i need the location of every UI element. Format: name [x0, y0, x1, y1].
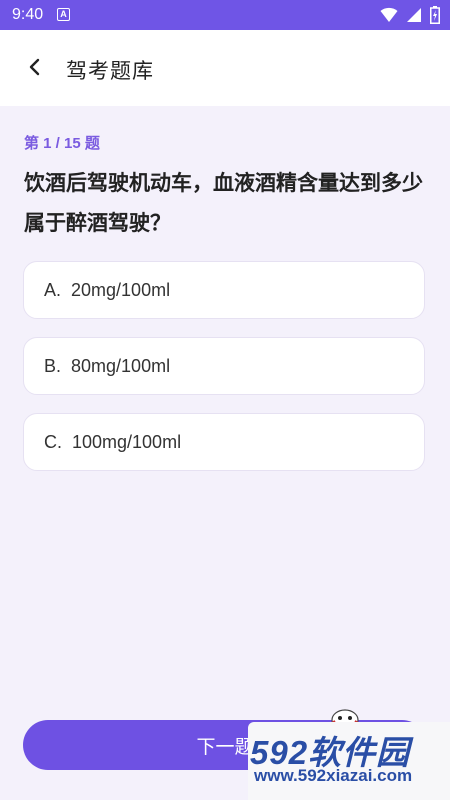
answer-option-b[interactable]: B. 80mg/100ml: [23, 337, 425, 395]
question-progress: 第 1 / 15 题: [24, 135, 100, 152]
status-icons: [380, 6, 440, 24]
status-time: 9:40: [12, 6, 44, 23]
option-text: 20mg/100ml: [71, 279, 171, 300]
question-text: 饮酒后驾驶机动车，血液酒精含量达到多少属于醉酒驾驶？: [24, 172, 423, 235]
signal-icon: [407, 8, 421, 22]
site-watermark: 592软件园 www.592xiazai.com: [248, 722, 450, 800]
wifi-icon: [380, 7, 398, 22]
page-title: 驾考题库: [66, 60, 154, 83]
back-arrow-icon[interactable]: [24, 54, 48, 80]
next-button-label: 下一题: [196, 736, 254, 758]
battery-icon: [430, 6, 440, 24]
watermark-url: www.592xiazai.com: [254, 766, 413, 785]
option-letter: C.: [44, 431, 62, 452]
answer-option-a[interactable]: A. 20mg/100ml: [23, 261, 425, 319]
notification-app-icon: A: [57, 8, 70, 21]
status-bar: 9:40 A: [0, 0, 450, 30]
option-text: 100mg/100ml: [72, 431, 182, 452]
option-text: 80mg/100ml: [71, 355, 171, 376]
option-letter: A.: [44, 279, 62, 300]
app-header: 驾考题库: [0, 30, 450, 106]
answer-option-c[interactable]: C. 100mg/100ml: [23, 413, 425, 471]
option-letter: B.: [44, 355, 62, 376]
